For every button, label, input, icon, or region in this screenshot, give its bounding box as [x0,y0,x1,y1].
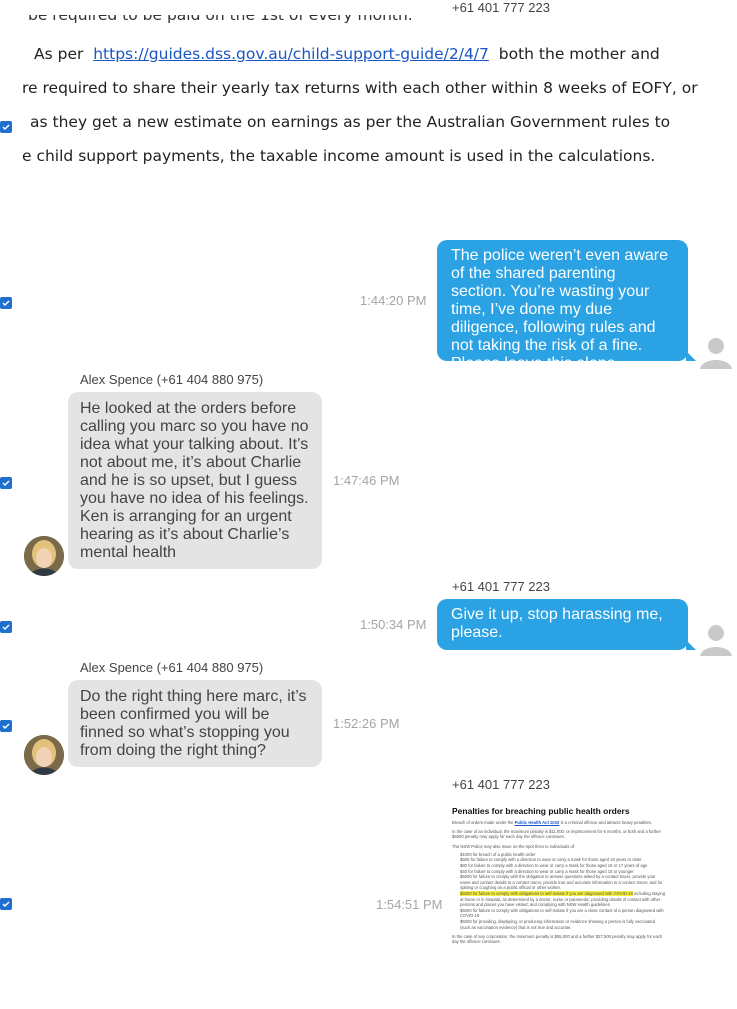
message-time: 1:54:51 PM [376,897,443,912]
bubble-tail [686,640,696,650]
doc-line-1: As per https://guides.dss.gov.au/child-s… [34,45,660,63]
attachment-para-last: In the case of any corporation, the maxi… [452,934,663,945]
message-time: 1:44:20 PM [360,293,427,308]
intro-suffix: is a criminal offence and attracts heavy… [560,820,652,825]
image-attachment[interactable]: Penalties for breaching public health or… [452,806,666,1009]
select-checkbox[interactable] [0,898,12,910]
attachment-intro: Breach of orders made under the Public H… [452,820,666,825]
message-text: The police weren’t even aware of the sha… [451,247,669,372]
user-placeholder-icon [698,622,734,658]
phone-number-header: +61 401 777 223 [452,0,550,15]
bubble-tail [686,351,696,361]
phone-number: +61 401 777 223 [452,579,550,594]
select-checkbox[interactable] [0,621,12,633]
intro-prefix: Breach of orders made under the [452,820,514,825]
attachment-para-3: The NSW Police may also issue on-the-spo… [452,843,576,849]
doc-line-3: as they get a new estimate on earnings a… [30,113,671,131]
sender-name: Alex Spence (+61 404 880 975) [80,372,264,387]
fine-item: $80 for failure to comply with a directi… [460,863,666,869]
dss-guide-link[interactable]: https://guides.dss.gov.au/child-support-… [93,45,489,63]
message-text: He looked at the orders before calling y… [80,400,309,561]
highlighted-text: $5000 for failure to comply with obligat… [460,890,633,896]
fine-item: $5000 for failure to comply with the obl… [460,874,666,891]
select-checkbox[interactable] [0,297,12,309]
outgoing-message-bubble[interactable]: The police weren’t even aware of the sha… [437,240,696,372]
contact-avatar [24,735,64,775]
doc-line-2: re required to share their yearly tax re… [22,79,698,97]
message-text: Give it up, stop harassing me, please. [451,606,663,641]
doc-line-4: e child support payments, the taxable in… [22,147,656,165]
incoming-message-bubble[interactable]: He looked at the orders before calling y… [68,392,322,569]
select-checkbox[interactable] [0,720,12,732]
fine-item: $5000 for failure to comply with obligat… [460,908,666,919]
doc-line-1-suffix: both the mother and [498,45,660,63]
select-checkbox[interactable] [0,477,12,489]
attachment-title: Penalties for breaching public health or… [452,806,630,816]
incoming-message-bubble[interactable]: Do the right thing here marc, it’s been … [68,680,322,767]
message-time: 1:50:34 PM [360,617,427,632]
outgoing-message-bubble[interactable]: Give it up, stop harassing me, please. [437,599,696,650]
fine-item: $5000 for providing, displaying, or prod… [460,919,666,930]
contact-avatar [24,536,64,576]
phone-number: +61 401 777 223 [452,777,550,792]
doc-line-1-prefix: As per [34,45,84,63]
public-health-act-link: Public Health Act 2010 [514,820,560,825]
attachment-para-2: In the case of an individual, the maximu… [452,829,661,840]
doc-line-0: be required to be paid on the 1st of eve… [28,6,413,24]
select-checkbox[interactable] [0,121,12,133]
sender-name: Alex Spence (+61 404 880 975) [80,660,264,675]
user-placeholder-icon [698,335,734,371]
fine-item-highlighted: $5000 for failure to comply with obligat… [460,890,666,908]
message-time: 1:52:26 PM [333,716,400,731]
fine-list: $1000 for breach of a public health orde… [460,852,666,930]
message-text: Do the right thing here marc, it’s been … [80,688,307,759]
message-time: 1:47:46 PM [333,473,400,488]
